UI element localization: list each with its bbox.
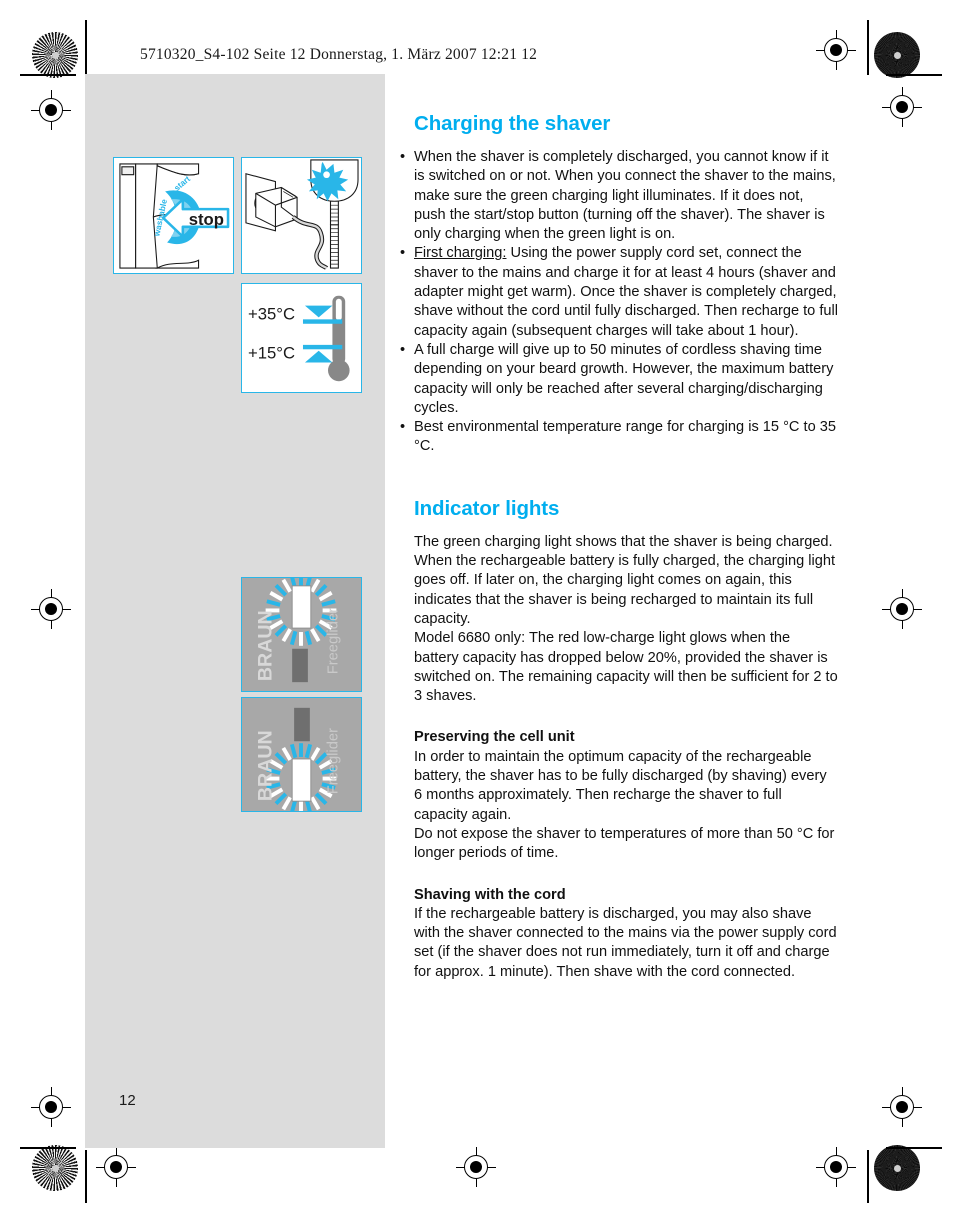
registration-target-top-left [31, 90, 71, 130]
registration-target-corner-bottom-a [96, 1147, 136, 1187]
crop-mark-bottom-vertical-right [867, 1150, 869, 1203]
low-charge-led-lit [291, 758, 312, 802]
charging-led-lit [291, 585, 312, 629]
subsection-heading-shaving-with-cord: Shaving with the cord [414, 886, 566, 903]
registration-rosette-bottom-right [874, 1145, 920, 1191]
registration-rosette-top-right [874, 32, 920, 78]
start-label: start [172, 174, 192, 193]
registration-rosette-bottom-left [32, 1145, 78, 1191]
page-number: 12 [119, 1092, 136, 1109]
up-triangle-icon [304, 350, 333, 363]
list-item: • When the shaver is completely discharg… [396, 148, 838, 244]
bullet-marker: • [400, 419, 406, 436]
shaver-start-stop-figure: stop washable start [113, 157, 234, 274]
page-title-indicator-lights: Indicator lights [414, 496, 560, 520]
crop-mark-bottom-horizontal-right [886, 1147, 942, 1149]
charging-light-on-figure: BRAUN Freeglider [241, 577, 362, 692]
crop-mark-top-vertical-left [85, 20, 87, 75]
subsection-spacer [396, 706, 838, 728]
shaving-cord-paragraph-1: If the rechargeable battery is discharge… [414, 905, 837, 980]
registration-target-top-right [882, 87, 922, 127]
preserving-paragraph-1: In order to maintain the optimum capacit… [414, 748, 827, 823]
low-charge-light-on-figure: BRAUN Freeglider [241, 697, 362, 812]
indicator-paragraph-2: Model 6680 only: The red low-charge ligh… [414, 630, 838, 705]
charging-led-unlit [294, 707, 310, 742]
power-supply-cord-figure [241, 157, 362, 274]
crop-mark-bottom-vertical-left [85, 1150, 87, 1203]
registration-target-bottom-left [31, 1087, 71, 1127]
list-item: • First charging: Using the power supply… [396, 244, 838, 340]
subsection-heading-preserving-cell-unit: Preserving the cell unit [414, 729, 575, 746]
charging-bullet-list: • When the shaver is completely discharg… [396, 148, 838, 457]
registration-target-mid-right [882, 589, 922, 629]
registration-target-bottom-right [882, 1087, 922, 1127]
registration-target-corner-bottom-b [456, 1147, 496, 1187]
list-item-lead: First charging: [414, 245, 507, 262]
page-title-charging: Charging the shaver [414, 112, 611, 135]
low-charge-led-unlit [292, 648, 308, 683]
subsection-spacer [396, 864, 838, 886]
list-item: • A full charge will give up to 50 minut… [396, 341, 838, 418]
model-label: Freeglider [325, 608, 341, 674]
indicator-paragraph-1: The green charging light shows that the … [414, 533, 836, 627]
bullet-marker: • [400, 245, 406, 262]
brand-label: BRAUN [255, 730, 277, 801]
crop-mark-top-vertical-right [867, 20, 869, 75]
charging-temperature-range-figure: +35°C +15°C [241, 283, 362, 393]
bullet-marker: • [400, 341, 406, 358]
stop-label: stop [189, 210, 224, 229]
down-triangle-icon [304, 305, 333, 318]
registration-target-mid-left [31, 589, 71, 629]
list-item: • Best environmental temperature range f… [396, 418, 838, 457]
registration-rosette-top-left [32, 32, 78, 78]
list-item-text: A full charge will give up to 50 minutes… [414, 341, 834, 416]
temp-min-label: +15°C [248, 344, 295, 363]
crop-mark-top-horizontal-left [20, 74, 76, 76]
bullet-marker: • [400, 149, 406, 165]
crop-mark-top-horizontal-right [886, 74, 942, 76]
registration-target-corner-bottom-c [816, 1147, 856, 1187]
main-text-column: Charging the shaver • When the shaver is… [396, 112, 838, 982]
preserving-paragraph-2: Do not expose the shaver to temperatures… [414, 825, 835, 862]
crop-mark-bottom-horizontal-left [20, 1147, 76, 1149]
model-label: Freeglider [325, 728, 341, 794]
list-item-text: When the shaver is completely discharged… [414, 149, 836, 243]
print-header-line: 5710320_S4-102 Seite 12 Donnerstag, 1. M… [140, 46, 538, 63]
temp-max-label: +35°C [248, 304, 295, 323]
registration-target-corner-top [816, 30, 856, 70]
brand-label: BRAUN [255, 610, 277, 681]
list-item-text: Best environmental temperature range for… [414, 419, 836, 455]
